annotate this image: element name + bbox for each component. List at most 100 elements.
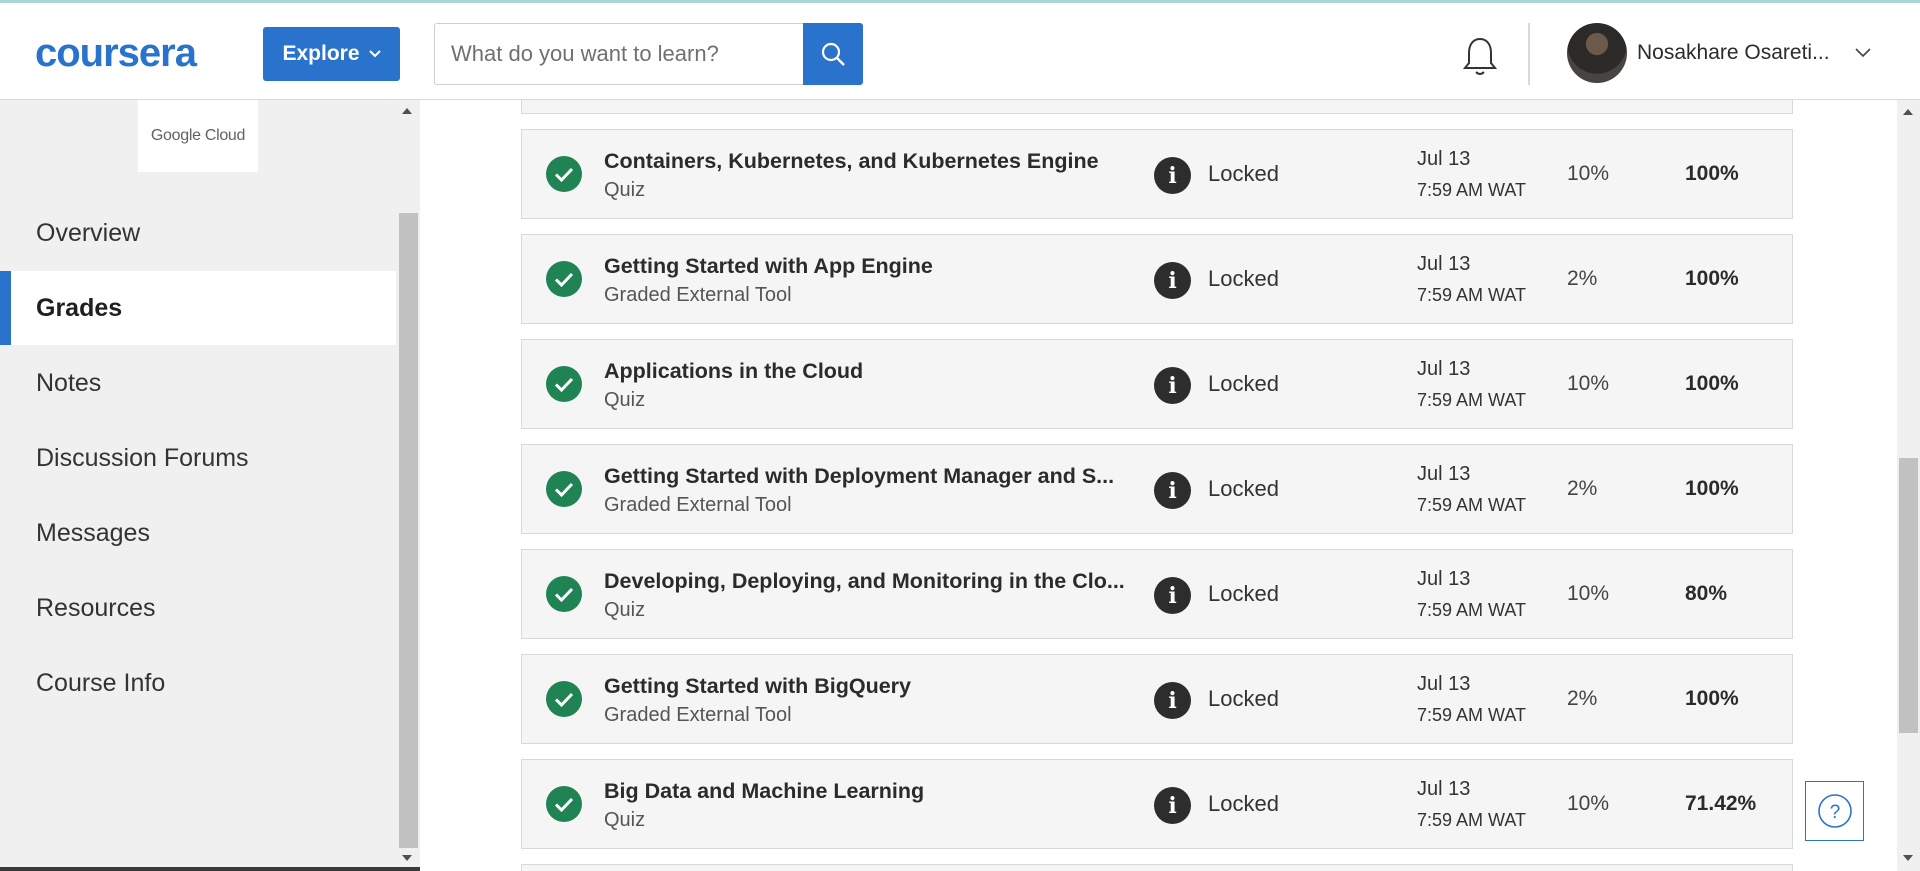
item-title[interactable]: Getting Started with BigQuery [604, 674, 1134, 699]
search-button[interactable] [803, 23, 863, 85]
table-row[interactable]: Getting Started with BigQuery Graded Ext… [521, 654, 1793, 744]
sidebar-item-grades[interactable]: Grades [0, 271, 396, 345]
scroll-up-arrow-icon[interactable] [402, 108, 412, 114]
sidebar-item-notes[interactable]: Notes [0, 346, 396, 420]
scroll-down-arrow-icon[interactable] [402, 855, 412, 861]
due-time: 7:59 AM WAT [1417, 705, 1527, 725]
item-title[interactable]: Big Data and Machine Learning [604, 779, 1134, 804]
item-status: Locked [1208, 266, 1279, 291]
due-date: Jul 13 [1417, 358, 1471, 380]
item-type: Graded External Tool [604, 494, 792, 516]
search-input[interactable]: What do you want to learn? [434, 23, 804, 85]
item-weight: 2% [1567, 267, 1598, 290]
check-circle-icon [546, 471, 582, 507]
info-icon[interactable]: i [1154, 157, 1191, 194]
item-title[interactable]: Getting Started with App Engine [604, 254, 1134, 279]
sidebar-item-overview[interactable]: Overview [0, 196, 396, 270]
info-icon[interactable]: i [1154, 472, 1191, 509]
search-placeholder: What do you want to learn? [451, 41, 719, 66]
due-date: Jul 13 [1417, 673, 1471, 695]
item-weight: 2% [1567, 687, 1598, 710]
info-icon[interactable]: i [1154, 787, 1191, 824]
coursera-logo[interactable]: coursera [35, 30, 227, 75]
sidebar: Google Cloud Overview Grades Notes Discu… [0, 100, 420, 871]
top-header: coursera Explore What do you want to lea… [0, 3, 1920, 100]
sidebar-item-label: Course Info [36, 668, 166, 697]
sidebar-item-discussion-forums[interactable]: Discussion Forums [0, 421, 396, 495]
due-date: Jul 13 [1417, 148, 1471, 170]
item-status: Locked [1208, 791, 1279, 816]
table-row-partial [521, 100, 1793, 114]
table-row[interactable]: Getting Started with Deployment Manager … [521, 444, 1793, 534]
partner-logo-text: Google Cloud [150, 127, 246, 144]
table-row[interactable]: Getting Started with App Engine Graded E… [521, 234, 1793, 324]
table-row[interactable]: Big Data and Machine Learning Quiz i Loc… [521, 759, 1793, 849]
header-divider [1528, 23, 1530, 85]
check-circle-icon [546, 786, 582, 822]
item-grade: 100% [1685, 372, 1739, 395]
grades-list: Containers, Kubernetes, and Kubernetes E… [420, 100, 1900, 871]
item-status: Locked [1208, 686, 1279, 711]
item-grade: 100% [1685, 687, 1739, 710]
info-icon[interactable]: i [1154, 367, 1191, 404]
sidebar-item-label: Resources [36, 593, 156, 622]
explore-button[interactable]: Explore [263, 27, 400, 81]
item-title[interactable]: Getting Started with Deployment Manager … [604, 464, 1134, 489]
chevron-down-icon [368, 50, 381, 58]
sidebar-scrollbar-thumb[interactable] [399, 213, 418, 848]
due-date: Jul 13 [1417, 463, 1471, 485]
item-type: Quiz [604, 599, 646, 621]
table-row[interactable]: Containers, Kubernetes, and Kubernetes E… [521, 129, 1793, 219]
table-row[interactable]: Developing, Deploying, and Monitoring in… [521, 549, 1793, 639]
svg-text:?: ? [1829, 802, 1840, 823]
item-weight: 10% [1567, 582, 1610, 605]
chevron-down-icon[interactable] [1855, 48, 1871, 58]
sidebar-item-resources[interactable]: Resources [0, 571, 396, 645]
item-title[interactable]: Developing, Deploying, and Monitoring in… [604, 569, 1134, 594]
item-title[interactable]: Applications in the Cloud [604, 359, 1134, 384]
item-grade: 71.42% [1685, 792, 1757, 815]
due-time: 7:59 AM WAT [1417, 810, 1527, 830]
main-scrollbar-thumb[interactable] [1899, 458, 1918, 733]
bell-icon[interactable] [1460, 35, 1500, 79]
due-time: 7:59 AM WAT [1417, 180, 1527, 200]
info-icon[interactable]: i [1154, 682, 1191, 719]
check-circle-icon [546, 156, 582, 192]
search-icon [821, 42, 845, 66]
sidebar-item-label: Messages [36, 518, 150, 547]
sidebar-item-label: Notes [36, 368, 102, 397]
item-grade: 100% [1685, 267, 1739, 290]
table-row-partial [521, 864, 1793, 871]
item-weight: 10% [1567, 372, 1610, 395]
help-icon: ? [1817, 794, 1852, 828]
help-button[interactable]: ? [1805, 781, 1864, 841]
due-date: Jul 13 [1417, 778, 1471, 800]
due-date: Jul 13 [1417, 253, 1471, 275]
item-type: Graded External Tool [604, 704, 792, 726]
info-icon[interactable]: i [1154, 577, 1191, 614]
sidebar-item-messages[interactable]: Messages [0, 496, 396, 570]
info-icon[interactable]: i [1154, 262, 1191, 299]
item-weight: 10% [1567, 162, 1610, 185]
item-type: Graded External Tool [604, 284, 792, 306]
due-time: 7:59 AM WAT [1417, 600, 1527, 620]
sidebar-item-label: Grades [36, 293, 123, 322]
table-row[interactable]: Applications in the Cloud Quiz i Locked … [521, 339, 1793, 429]
item-grade: 100% [1685, 477, 1739, 500]
item-grade: 80% [1685, 582, 1728, 605]
avatar[interactable] [1567, 23, 1627, 83]
check-circle-icon [546, 261, 582, 297]
check-circle-icon [546, 681, 582, 717]
due-time: 7:59 AM WAT [1417, 390, 1527, 410]
item-status: Locked [1208, 371, 1279, 396]
scroll-down-arrow-icon[interactable] [1903, 855, 1913, 861]
item-status: Locked [1208, 581, 1279, 606]
item-weight: 10% [1567, 792, 1610, 815]
scroll-up-arrow-icon[interactable] [1903, 109, 1913, 115]
sidebar-item-course-info[interactable]: Course Info [0, 646, 396, 720]
item-title[interactable]: Containers, Kubernetes, and Kubernetes E… [604, 149, 1134, 174]
bottom-edge-line [0, 867, 420, 871]
user-name[interactable]: Nosakhare Osareti... [1637, 41, 1830, 65]
svg-text:coursera: coursera [35, 31, 198, 75]
item-type: Quiz [604, 809, 646, 831]
